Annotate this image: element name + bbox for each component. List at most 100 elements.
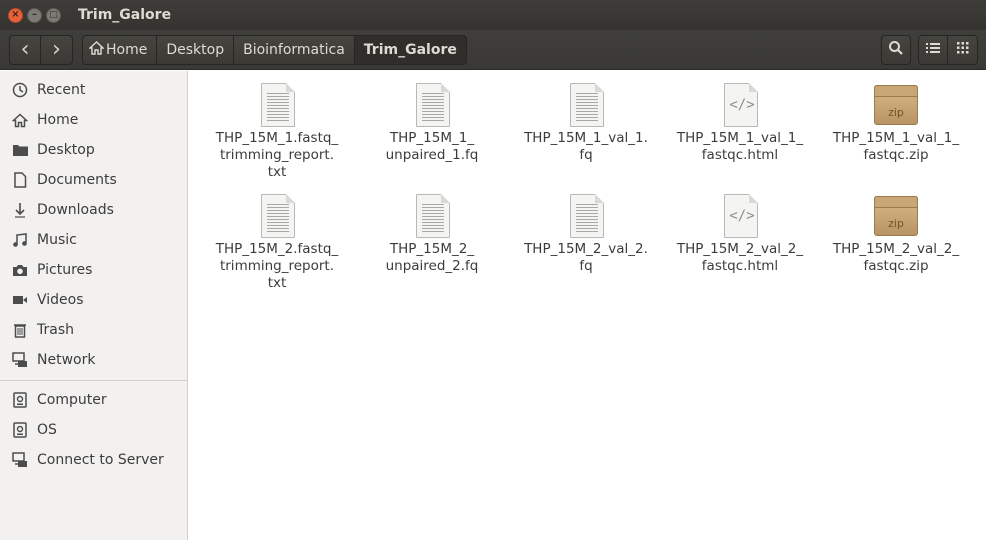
sidebar-item-documents[interactable]: Documents (0, 165, 187, 195)
file-name: THP_15M_1_ unpaired_1.fq (357, 130, 507, 164)
search-icon (888, 40, 904, 60)
file-view: THP_15M_1.fastq_ trimming_report. txt TH… (193, 71, 986, 540)
maximize-icon: □ (49, 9, 58, 20)
toolbar: ‹ › Home Desktop Bioinformatica Trim_Gal… (0, 30, 986, 70)
file-name-line: unpaired_2.fq (385, 258, 479, 274)
list-view-button[interactable] (918, 35, 948, 65)
list-view-icon (926, 42, 940, 58)
file-item[interactable]: </> THP_15M_2_val_2_ fastqc.html (665, 185, 815, 275)
file-item[interactable]: zip THP_15M_1_val_1_ fastqc.zip (821, 74, 971, 164)
breadcrumb-home[interactable]: Home (82, 34, 158, 65)
file-item[interactable]: </> THP_15M_1_val_1_ fastqc.html (665, 74, 815, 164)
download-icon (11, 201, 29, 219)
sidebar-item-label: Documents (37, 172, 117, 188)
text-file-icon (564, 192, 608, 240)
html-file-icon: </> (718, 192, 762, 240)
file-name-line: txt (267, 275, 287, 291)
file-item[interactable]: zip THP_15M_2_val_2_ fastqc.zip (821, 185, 971, 275)
file-name: THP_15M_2_ unpaired_2.fq (357, 241, 507, 275)
zip-badge: zip (888, 106, 904, 119)
document-icon (11, 171, 29, 189)
minimize-icon: – (32, 9, 37, 20)
maximize-window-button[interactable]: □ (46, 7, 61, 23)
sidebar-item-home[interactable]: Home (0, 105, 187, 135)
sidebar-divider (0, 380, 187, 381)
sidebar-item-pictures[interactable]: Pictures (0, 255, 187, 285)
file-name-line: fastqc.zip (863, 258, 929, 274)
file-name-line: txt (267, 164, 287, 180)
sidebar-item-music[interactable]: Music (0, 225, 187, 255)
chevron-left-icon: ‹ (20, 36, 30, 62)
sidebar-item-recent[interactable]: Recent (0, 75, 187, 105)
back-button[interactable]: ‹ (9, 34, 41, 65)
window-controls: × – □ (8, 7, 61, 23)
search-button[interactable] (881, 35, 911, 65)
sidebar-item-label: Trash (37, 322, 74, 338)
file-item[interactable]: THP_15M_1_ unpaired_1.fq (357, 74, 507, 164)
video-icon (11, 291, 29, 309)
file-item[interactable]: THP_15M_1.fastq_ trimming_report. txt (202, 74, 352, 181)
title-bar: × – □ Trim_Galore (0, 0, 986, 30)
text-file-icon (410, 192, 454, 240)
breadcrumb-trim-galore[interactable]: Trim_Galore (354, 34, 467, 65)
view-toggle (918, 35, 978, 65)
sidebar: Recent Home Desktop Documents Downloads … (0, 71, 188, 540)
zip-archive-icon: zip (874, 81, 918, 129)
file-name-line: THP_15M_1_val_1_ (676, 130, 804, 146)
sidebar-item-os[interactable]: OS (0, 415, 187, 445)
sidebar-item-videos[interactable]: Videos (0, 285, 187, 315)
file-item[interactable]: THP_15M_2.fastq_ trimming_report. txt (202, 185, 352, 292)
file-name-line: THP_15M_2.fastq_ (215, 241, 339, 257)
breadcrumb-label: Home (106, 41, 148, 58)
file-name-line: THP_15M_1_val_1_ (832, 130, 960, 146)
file-name-line: fq (579, 258, 593, 274)
file-item[interactable]: THP_15M_1_val_1. fq (511, 74, 661, 164)
file-name: THP_15M_2_val_2. fq (511, 241, 661, 275)
minimize-window-button[interactable]: – (27, 7, 42, 23)
text-file-icon (255, 192, 299, 240)
sidebar-item-label: Recent (37, 82, 86, 98)
music-icon (11, 231, 29, 249)
drive-icon (11, 421, 29, 439)
navigation-buttons: ‹ › (9, 34, 73, 65)
file-name-line: fq (579, 147, 593, 163)
forward-button[interactable]: › (41, 34, 73, 65)
file-item[interactable]: THP_15M_2_ unpaired_2.fq (357, 185, 507, 275)
trash-icon (11, 321, 29, 339)
home-icon (11, 111, 29, 129)
file-name: THP_15M_1_val_1_ fastqc.html (665, 130, 815, 164)
camera-icon (11, 261, 29, 279)
file-name-line: THP_15M_2_val_2. (524, 241, 648, 257)
drive-icon (11, 391, 29, 409)
file-name-line: fastqc.zip (863, 147, 929, 163)
sidebar-item-downloads[interactable]: Downloads (0, 195, 187, 225)
sidebar-item-trash[interactable]: Trash (0, 315, 187, 345)
close-window-button[interactable]: × (8, 7, 23, 23)
text-file-icon (410, 81, 454, 129)
grid-view-icon (956, 42, 969, 58)
file-name: THP_15M_2.fastq_ trimming_report. txt (202, 241, 352, 292)
sidebar-item-label: Desktop (37, 142, 95, 158)
file-name-line: fastqc.html (701, 147, 779, 163)
zip-badge: zip (888, 217, 904, 230)
file-name-line: THP_15M_1_ (389, 130, 475, 146)
sidebar-item-desktop[interactable]: Desktop (0, 135, 187, 165)
breadcrumb-bioinformatica[interactable]: Bioinformatica (234, 34, 355, 65)
sidebar-item-label: Connect to Server (37, 452, 164, 468)
file-item[interactable]: THP_15M_2_val_2. fq (511, 185, 661, 275)
devices-list: Computer OS Connect to Server (0, 385, 187, 475)
grid-view-button[interactable] (948, 35, 978, 65)
breadcrumb-desktop[interactable]: Desktop (157, 34, 235, 65)
sidebar-item-network[interactable]: Network (0, 345, 187, 375)
toolbar-actions (881, 35, 978, 65)
file-name-line: unpaired_1.fq (385, 147, 479, 163)
zip-archive-icon: zip (874, 192, 918, 240)
sidebar-item-computer[interactable]: Computer (0, 385, 187, 415)
sidebar-item-connect-to-server[interactable]: Connect to Server (0, 445, 187, 475)
file-name: THP_15M_1_val_1_ fastqc.zip (821, 130, 971, 164)
html-file-icon: </> (718, 81, 762, 129)
file-name-line: THP_15M_2_val_2_ (676, 241, 804, 257)
sidebar-item-label: Home (37, 112, 79, 128)
file-name-line: THP_15M_2_val_2_ (832, 241, 960, 257)
sidebar-item-label: Videos (37, 292, 84, 308)
